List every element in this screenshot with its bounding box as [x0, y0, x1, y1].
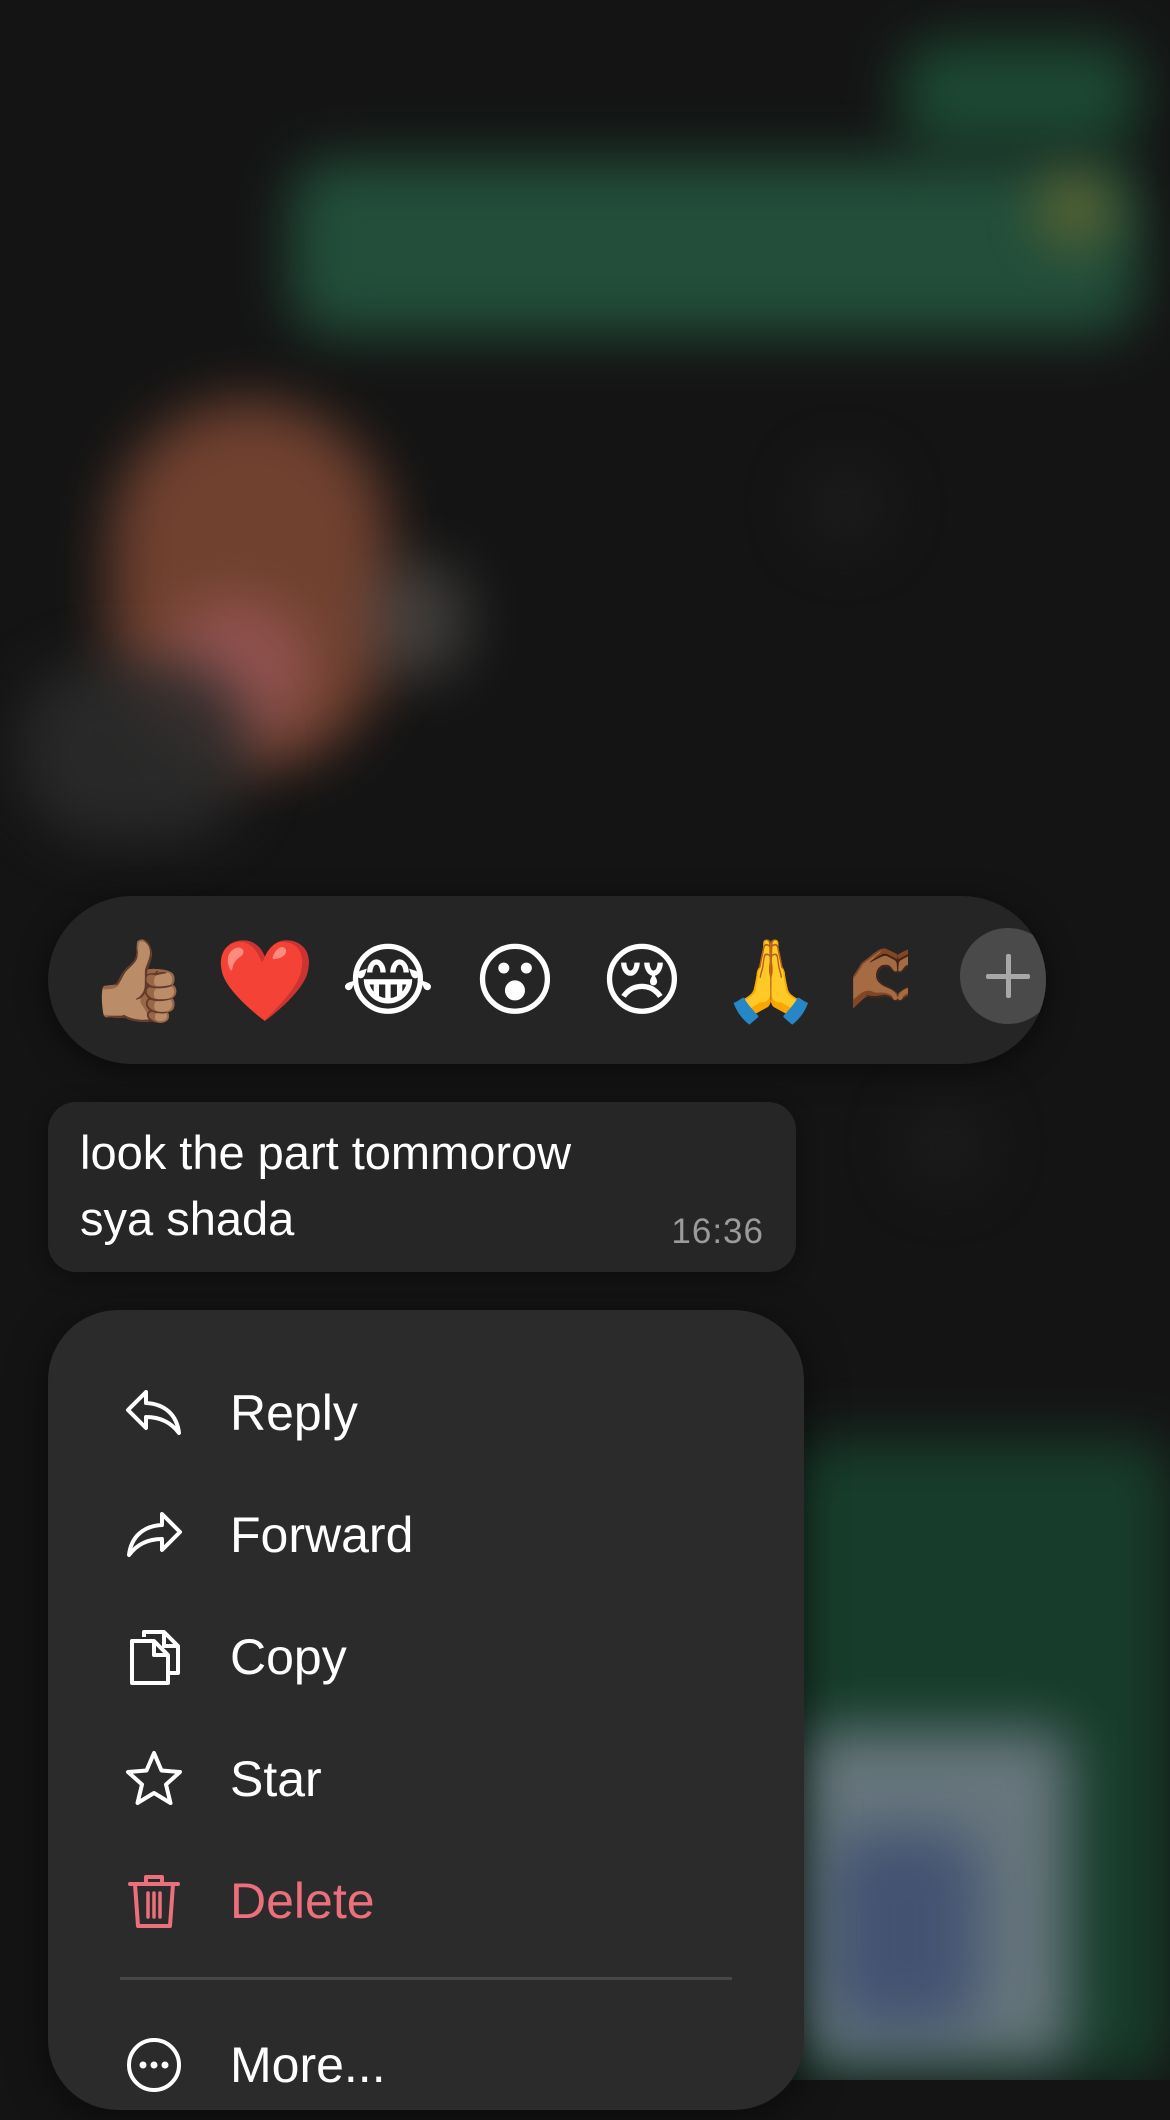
blurred-message-bubble: [290, 160, 1140, 335]
star-label: Star: [230, 1751, 322, 1807]
reply-menu-item[interactable]: Reply: [48, 1358, 804, 1468]
delete-label: Delete: [230, 1873, 375, 1929]
reaction-bar: 👍🏽 ❤️ 😂 😮 😢 🙏 🫶🏾: [48, 896, 1046, 1064]
blurred-photo: [370, 560, 470, 680]
forward-label: Forward: [230, 1507, 414, 1563]
delete-menu-item[interactable]: Delete: [48, 1846, 804, 1956]
message-text-line: sya shada: [80, 1192, 295, 1245]
star-icon: [126, 1751, 182, 1805]
message-bubble[interactable]: look the part tommorow sya shada 16:36: [48, 1102, 796, 1272]
menu-divider: [120, 1977, 732, 1980]
message-context-menu: Reply Forward Copy Star Delete More...: [48, 1310, 804, 2110]
forward-icon: [127, 1512, 182, 1557]
surprised-reaction[interactable]: 😮: [468, 934, 562, 1028]
message-timestamp: 16:36: [671, 1212, 764, 1251]
thumbs-up-reaction[interactable]: 👍🏽: [88, 934, 188, 1028]
laughing-reaction[interactable]: 😂: [341, 934, 435, 1028]
blurred-photo: [20, 660, 250, 840]
reply-icon: [126, 1390, 181, 1435]
folded-hands-reaction[interactable]: 🙏: [721, 934, 821, 1028]
more-icon: [127, 2038, 181, 2092]
more-label: More...: [230, 2037, 386, 2093]
blurred-reaction-button: [900, 1100, 990, 1190]
blurred-photo: [830, 1830, 980, 2030]
blurred-reaction-button: [800, 460, 890, 550]
star-menu-item[interactable]: Star: [48, 1724, 804, 1834]
blurred-emoji: [1040, 175, 1110, 245]
more-menu-item[interactable]: More...: [48, 2010, 804, 2120]
crying-reaction[interactable]: 😢: [595, 934, 689, 1028]
blurred-message-bubble: [900, 40, 1140, 150]
heart-reaction[interactable]: ❤️: [215, 934, 315, 1028]
copy-menu-item[interactable]: Copy: [48, 1602, 804, 1712]
reply-label: Reply: [230, 1385, 358, 1441]
copy-label: Copy: [230, 1629, 347, 1685]
trash-icon: [128, 1875, 180, 1928]
message-text-line: look the part tommorow: [80, 1126, 572, 1179]
heart-hands-reaction[interactable]: 🫶🏾: [848, 934, 908, 1028]
copy-icon: [130, 1630, 180, 1685]
message-text: look the part tommorow sya shada: [80, 1120, 700, 1252]
forward-menu-item[interactable]: Forward: [48, 1480, 804, 1590]
add-reaction-button[interactable]: [960, 928, 1046, 1024]
